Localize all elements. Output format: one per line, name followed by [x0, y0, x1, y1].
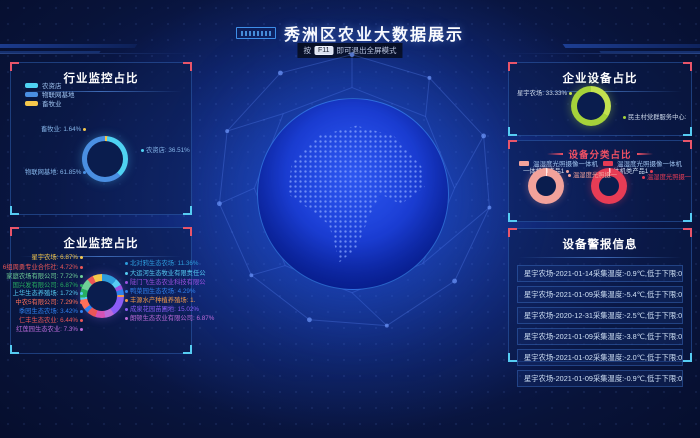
chart-callout: 鸭菜园生态农场: 4.29% [123, 288, 195, 295]
chart-callout: 红莲园生态农业: 7.3% [16, 326, 85, 333]
legend-item[interactable]: 温湿度光照摄像一体机 [603, 158, 682, 168]
legend-label: 温湿度光照摄像一体机 [533, 158, 598, 168]
legend-swatch [25, 92, 38, 97]
callout-dot [83, 171, 86, 174]
chart-callout: 丰源水产种植养殖场: 1. [123, 297, 195, 304]
alarm-row: 星宇农场-2021-01-09采集温度:-0.9℃,低于下限:0℃ [517, 370, 683, 387]
chart-callout: 国兴发有限公司: 6.87% [13, 282, 85, 289]
fullscreen-hint: 按 F11 即可退出全屏模式 [297, 43, 402, 58]
brand-logo [236, 27, 276, 39]
industry-donut-chart[interactable] [82, 136, 128, 182]
page-title: 秀洲区农业大数据展示 [284, 21, 464, 45]
legend-label: 温湿度光照摄像一体机 [617, 158, 682, 168]
chart-callout: 畜牧业: 1.64% [41, 126, 88, 133]
chart-callout: 陡门飞生态农业科技有限公 [123, 279, 206, 286]
alarm-row: 星宇农场-2021-01-09采集温度:-3.8℃,低于下限:0℃ [517, 328, 683, 345]
panel-alarm-title: 设备警报信息 [509, 229, 691, 252]
callout-dot [83, 128, 86, 131]
f11-key: F11 [314, 46, 334, 55]
panel-enterprise-device: 企业设备占比 星宇农场: 33.33% 民主村党群服务中心: [508, 62, 692, 136]
panel-device-class: 设备分类占比 温湿度光照摄像一体机 温湿度光照摄像一体机 一体机类产品1 一体机… [508, 140, 692, 222]
legend-swatch [603, 161, 613, 166]
panel-enterprise-device-title: 企业设备占比 [509, 63, 691, 86]
chart-callout: 星宇农场: 33.33% [517, 90, 574, 97]
chart-callout: 物联网基地: 61.85% [25, 169, 88, 176]
legend-swatch [25, 101, 38, 106]
chart-callout: 农资店: 36.51% [139, 147, 190, 154]
chart-callout: 6组周勇专业合作社: 4.72% [3, 264, 85, 271]
panel-alarm-info: 设备警报信息 星宇农场-2021-01-14采集温度:-0.9℃,低于下限:0℃… [508, 228, 692, 362]
chart-callout: 季园生态农场: 3.42% [19, 308, 85, 315]
panel-enterprise-monitor-title: 企业监控占比 [11, 228, 191, 251]
legend-swatch [519, 161, 529, 166]
chart-callout: 家庭农场有限公司: 7.72% [6, 273, 85, 280]
panel-industry-monitor: 行业监控占比 农资店 物联网基地 畜牧业 畜牧业: 1.64% 农资店: 36.… [10, 62, 192, 215]
device-class-left-donut-chart[interactable] [528, 168, 564, 204]
dashboard: 秀洲区农业大数据展示 按 F11 即可退出全屏模式 行业监控占比 [0, 0, 700, 438]
legend-item[interactable]: 畜牧业 [25, 98, 62, 108]
chart-callout: 民主村党群服务中心: [621, 114, 686, 121]
alarm-row: 星宇农场-2021-01-14采集温度:-0.9℃,低于下限:0℃ [517, 265, 683, 282]
legend-label: 畜牧业 [42, 98, 62, 108]
chart-callout: 星宇农场: 6.87% [31, 254, 85, 261]
globe-dotted-map [268, 109, 439, 280]
chart-callout: 朗顿生态农业有限公司: 6.87% [123, 315, 214, 322]
hint-prefix: 按 [303, 45, 311, 56]
enterprise-device-donut-chart[interactable] [571, 86, 611, 126]
alarm-list: 星宇农场-2021-01-14采集温度:-0.9℃,低于下限:0℃ 星宇农场-2… [509, 265, 691, 387]
alarm-row: 星宇农场-2021-01-02采集温度:-2.0℃,低于下限:0℃ [517, 349, 683, 366]
chart-callout: 大运河生态牧业有限责任公 [123, 270, 206, 277]
alarm-row: 星宇农场-2021-01-09采集温度:-5.4℃,低于下限:0℃ [517, 286, 683, 303]
hint-suffix: 即可退出全屏模式 [337, 45, 397, 56]
legend-item[interactable]: 温湿度光照摄像一体机 [519, 158, 598, 168]
alarm-row: 星宇农场-2020-12-31采集温度:-2.5℃,低于下限:0℃ [517, 307, 683, 324]
chart-callout: 北对鸦生态农场: 11.36% [123, 260, 198, 267]
header: 秀洲区农业大数据展示 按 F11 即可退出全屏模式 [0, 0, 700, 58]
chart-callout: 上华生态养殖场: 1.72% [13, 290, 85, 297]
panel-enterprise-monitor: 企业监控占比 星宇农场: 6.87% 6组周勇专业合作社: 4.72% 家庭农场… [10, 227, 192, 354]
enterprise-monitor-donut-chart[interactable] [80, 274, 124, 318]
callout-dot [141, 149, 144, 152]
globe-visualization [257, 98, 449, 290]
chart-callout: 中农5有限公司: 7.29% [15, 299, 85, 306]
chart-callout: 成泉花园苗圃地: 15.02% [123, 306, 199, 313]
chart-callout: 温湿度光照摄一 [566, 172, 617, 179]
chart-callout: 仁丰生态农业: 6.44% [19, 317, 85, 324]
chart-callout: 温湿度光照摄一 [640, 174, 691, 181]
legend-swatch [25, 83, 38, 88]
